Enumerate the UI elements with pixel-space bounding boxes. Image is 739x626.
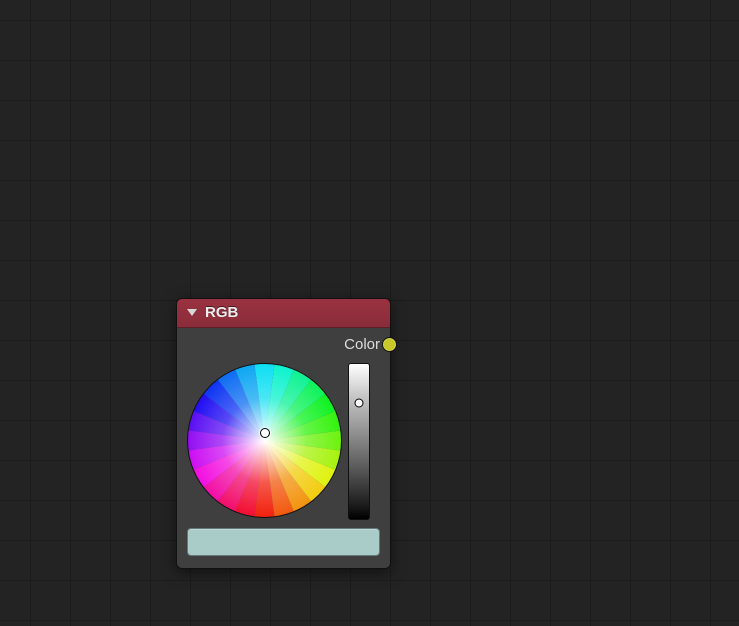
node-body: Color bbox=[177, 328, 390, 568]
collapse-icon[interactable] bbox=[187, 309, 197, 316]
output-label: Color bbox=[344, 336, 380, 353]
hue-wheel-svg bbox=[187, 363, 342, 518]
hue-sat-wheel[interactable] bbox=[187, 363, 342, 518]
color-output-socket[interactable] bbox=[382, 337, 397, 352]
rgb-node[interactable]: RGB Color bbox=[176, 298, 391, 569]
value-slider[interactable] bbox=[348, 363, 370, 520]
value-cursor[interactable] bbox=[355, 398, 364, 407]
node-title: RGB bbox=[205, 304, 238, 321]
color-swatch[interactable] bbox=[187, 528, 380, 556]
output-row: Color bbox=[187, 336, 380, 353]
color-picker bbox=[187, 363, 380, 520]
wheel-cursor[interactable] bbox=[260, 428, 270, 438]
node-header[interactable]: RGB bbox=[177, 299, 390, 328]
